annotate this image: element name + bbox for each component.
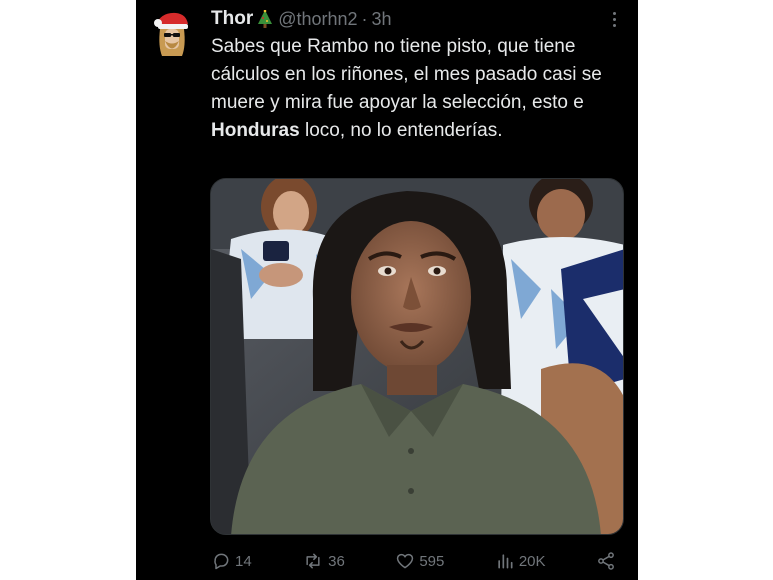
tweet-header: Thor @thorhn2 · 3h — [211, 8, 622, 30]
tweet-text-bold: Honduras — [211, 120, 300, 141]
share-button[interactable] — [596, 551, 616, 571]
reply-icon — [211, 551, 231, 571]
tweet-text-part1: Sabes que Rambo no tiene pisto, que tien… — [211, 36, 602, 113]
repost-icon — [302, 551, 324, 571]
tweet-text-part2: loco, no lo entenderías. — [299, 120, 503, 141]
like-button[interactable]: 595 — [395, 551, 444, 571]
tweet-card[interactable]: Thor @thorhn2 · 3h Sabes que Rambo no ti… — [136, 0, 638, 580]
views-count: 20K — [518, 552, 546, 570]
repost-button[interactable]: 36 — [302, 551, 345, 571]
views-button[interactable]: 20K — [495, 551, 546, 571]
tweet-text: Sabes que Rambo no tiene pisto, que tien… — [211, 33, 631, 145]
separator-dot: · — [361, 8, 368, 29]
display-name[interactable]: Thor — [211, 8, 253, 30]
christmas-tree-icon — [257, 10, 273, 28]
tweet-media-photo[interactable] — [210, 178, 624, 535]
reply-button[interactable]: 14 — [211, 551, 252, 571]
views-icon — [495, 551, 515, 571]
like-count: 595 — [419, 552, 445, 570]
more-options-icon[interactable] — [604, 8, 624, 30]
repost-count: 36 — [328, 552, 345, 570]
tweet-actions: 14 36 595 20K — [211, 548, 616, 574]
avatar[interactable] — [152, 10, 192, 58]
heart-icon — [395, 551, 415, 571]
share-icon — [596, 551, 616, 571]
reply-count: 14 — [235, 552, 252, 570]
user-handle[interactable]: @thorhn2 — [278, 9, 357, 30]
timestamp[interactable]: 3h — [372, 9, 392, 30]
